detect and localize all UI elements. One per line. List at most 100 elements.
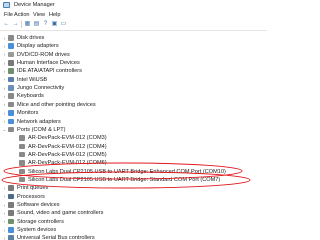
chevron-right-icon[interactable]: ›	[2, 69, 7, 74]
storage-controller-icon	[8, 218, 14, 225]
tree-item-label: Human Interface Devices	[17, 60, 80, 67]
chevron-right-icon[interactable]: ›	[2, 86, 7, 91]
dvd-drive-icon	[8, 51, 14, 58]
tree-item-software-devices[interactable]: › Software devices	[0, 201, 267, 209]
tree-item-label: Disk drives	[17, 35, 45, 41]
chevron-right-icon[interactable]: ›	[2, 211, 7, 216]
tree-item-sound-video-and-game-controllers[interactable]: › Sound, video and game controllers	[0, 209, 267, 217]
help-icon[interactable]: ?	[42, 21, 49, 28]
tree-item-ide-ata-atapi-controllers[interactable]: › IDE ATA/ATAPI controllers	[0, 67, 267, 75]
chevron-right-icon[interactable]: ›	[2, 52, 7, 57]
window-title: Device Manager	[14, 2, 55, 8]
usb-icon	[8, 76, 14, 83]
tree-item-system-devices[interactable]: › System devices	[0, 226, 267, 234]
forward-icon[interactable]: →	[12, 21, 19, 28]
chevron-right-icon[interactable]: ›	[2, 111, 7, 116]
menu-file[interactable]: File	[4, 12, 13, 18]
ide-controller-icon	[8, 68, 14, 74]
software-device-icon	[8, 202, 14, 208]
toolbar: ← → ▦ ▤ ? ▣ ▭	[0, 19, 267, 31]
tree-item-label: Print queues	[17, 185, 49, 192]
chevron-right-icon[interactable]: ›	[2, 186, 7, 191]
tree-item-ar-devpack-evm-012-com4[interactable]: AR-DevPack-EVM-012 (COM4)	[0, 143, 267, 151]
chevron-down-icon[interactable]: ⌄	[2, 127, 7, 132]
tree-item-disk-drives[interactable]: › Disk drives	[0, 34, 267, 42]
tree-item-label: Keyboards	[17, 93, 44, 100]
chevron-right-icon[interactable]: ›	[2, 94, 7, 99]
tree-item-jungo-connectivity[interactable]: › Jungo Connectivity	[0, 84, 267, 92]
tree-item-label: Silicon Labs Dual CP2105 USB to UART Bri…	[28, 176, 221, 183]
jungo-icon	[8, 85, 14, 91]
monitor-icon[interactable]: ▭	[60, 21, 67, 28]
tree-item-processors[interactable]: › Processors	[0, 193, 267, 201]
tree-item-label: Sound, video and game controllers	[17, 210, 104, 217]
tree-item-label: AR-DevPack-EVM-012 (COM6)	[28, 160, 107, 167]
tree-item-monitors[interactable]: › Monitors	[0, 109, 267, 117]
scan-hardware-icon[interactable]: ▣	[51, 21, 58, 28]
tree-item-print-queues[interactable]: › Print queues	[0, 184, 267, 192]
port-icon	[8, 126, 14, 133]
chevron-right-icon[interactable]: ›	[2, 44, 7, 49]
tree-item-label: Storage controllers	[17, 218, 64, 225]
chevron-right-icon[interactable]: ›	[2, 219, 7, 224]
tree-item-mice-and-other-pointing-devices[interactable]: › Mice and other pointing devices	[0, 101, 267, 109]
network-adapter-icon	[8, 118, 14, 124]
tree-item-label: Jungo Connectivity	[17, 85, 65, 92]
toolbar-separator	[21, 21, 22, 28]
tree-item-silicon-labs-dual-cp2105-usb-to-uart-bridge-standard-com-port-com7[interactable]: Silicon Labs Dual CP2105 USB to UART Bri…	[0, 176, 267, 184]
tree-item-label: DVD/CD-ROM drives	[17, 51, 70, 58]
details-icon[interactable]: ▤	[33, 21, 40, 28]
tree-item-network-adapters[interactable]: › Network adapters	[0, 118, 267, 126]
tree-item-intel-wiusb[interactable]: › Intel WiUSB	[0, 76, 267, 84]
device-tree: › Disk drives › Display adapters › DVD/CD-ROM…	[0, 34, 267, 240]
properties-icon[interactable]: ▦	[24, 21, 31, 28]
tree-item-label: Silicon Labs Dual CP2105 USB to UART Bri…	[28, 168, 226, 175]
menu-bar: File Action View Help	[0, 11, 267, 19]
chevron-right-icon[interactable]: ›	[2, 36, 7, 41]
sound-icon	[8, 210, 14, 216]
tree-item-silicon-labs-dual-cp2105-usb-to-uart-bridge-enhanced-com-port-com10[interactable]: Silicon Labs Dual CP2105 USB to UART Bri…	[0, 168, 267, 176]
tree-item-label: AR-DevPack-EVM-012 (COM4)	[28, 143, 107, 150]
tree-item-ar-devpack-evm-012-com5[interactable]: AR-DevPack-EVM-012 (COM5)	[0, 151, 267, 159]
chevron-right-icon[interactable]: ›	[2, 228, 7, 233]
usb-controller-icon	[8, 235, 14, 240]
chevron-right-icon[interactable]: ›	[2, 203, 7, 208]
com-port-icon	[19, 135, 25, 141]
printer-icon	[8, 185, 14, 191]
tree-item-universal-serial-bus-controllers[interactable]: › Universal Serial Bus controllers	[0, 234, 267, 240]
tree-item-label: System devices	[17, 227, 57, 234]
tree-item-label: Software devices	[17, 202, 60, 208]
tree-item-storage-controllers[interactable]: › Storage controllers	[0, 218, 267, 226]
tree-item-dvd-cd-rom-drives[interactable]: › DVD/CD-ROM drives	[0, 51, 267, 59]
chevron-right-icon[interactable]: ›	[2, 194, 7, 199]
com-port-icon	[19, 168, 25, 175]
menu-help[interactable]: Help	[49, 12, 61, 18]
tree-item-label: AR-DevPack-EVM-012 (COM3)	[28, 135, 107, 142]
chevron-right-icon[interactable]: ›	[2, 119, 7, 124]
mouse-icon	[8, 101, 14, 108]
tree-item-label: AR-DevPack-EVM-012 (COM5)	[28, 151, 107, 158]
tree-item-label: Intel WiUSB	[17, 76, 48, 83]
back-icon[interactable]: ←	[3, 21, 10, 28]
tree-item-ar-devpack-evm-012-com6[interactable]: AR-DevPack-EVM-012 (COM6)	[0, 159, 267, 167]
com-port-icon	[19, 160, 25, 166]
com-port-icon	[19, 143, 25, 150]
tree-item-label: Monitors	[17, 110, 39, 117]
hid-icon	[8, 60, 14, 66]
tree-item-ports-com-lpt[interactable]: ⌄ Ports (COM & LPT)	[0, 126, 267, 134]
tree-item-ar-devpack-evm-012-com3[interactable]: AR-DevPack-EVM-012 (COM3)	[0, 134, 267, 142]
menu-view[interactable]: View	[33, 12, 45, 18]
tree-item-keyboards[interactable]: › Keyboards	[0, 92, 267, 100]
tree-item-label: Network adapters	[17, 118, 61, 125]
tree-item-display-adapters[interactable]: › Display adapters	[0, 42, 267, 50]
chevron-right-icon[interactable]: ›	[2, 236, 7, 240]
chevron-right-icon[interactable]: ›	[2, 102, 7, 107]
com-port-icon	[19, 176, 25, 183]
device-manager-icon	[3, 2, 10, 8]
tree-item-human-interface-devices[interactable]: › Human Interface Devices	[0, 59, 267, 67]
chevron-right-icon[interactable]: ›	[2, 77, 7, 82]
system-device-icon	[8, 227, 14, 233]
chevron-right-icon[interactable]: ›	[2, 61, 7, 66]
processor-icon	[8, 193, 14, 200]
menu-action[interactable]: Action	[14, 12, 30, 18]
